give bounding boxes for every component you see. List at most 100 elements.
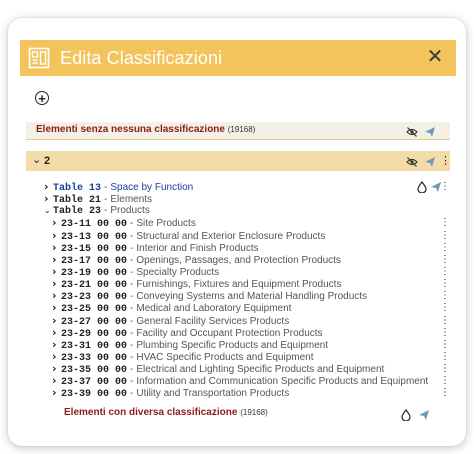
kebab-menu-icon[interactable]: ⋮ [440,315,450,327]
tree-code: Table 23 [53,206,102,218]
kebab-menu-icon[interactable]: ⋮ [440,290,450,302]
send-icon[interactable] [418,408,430,420]
tree-row[interactable]: › 23-37 00 00- Information and Communicati… [44,375,454,389]
separator: - [130,303,134,315]
separator: - [130,315,134,327]
tree-label: Furnishings, Fixtures and Equipment Prod… [136,279,342,291]
tree-row[interactable]: › 23-15 00 00- Interior and Finish Product… [44,241,454,255]
tree-label: Medical and Laboratory Equipment [136,303,292,315]
tree-label: Structural and Exterior Enclosure Produc… [136,230,326,242]
tree-row[interactable]: › 23-27 00 00- General Facility Services P… [44,314,454,328]
different-classification-label: Elementi con diversa classificazione (19… [64,407,268,418]
kebab-menu-icon[interactable]: ⋮ [440,375,450,387]
kebab-menu-icon[interactable]: ⋮ [440,230,450,242]
unclassified-label: Elementi senza nessuna classificazione (… [36,124,255,135]
tree-label: Plumbing Specific Products and Equipment [136,339,329,351]
unclassified-count: (19168) [227,125,256,134]
kebab-menu-icon[interactable]: ⋮ [440,363,450,375]
droplet-icon[interactable] [400,408,412,422]
chevron-right-icon[interactable]: › [52,314,61,327]
separator: - [130,230,134,242]
chevron-right-icon[interactable]: › [52,217,61,229]
separator: - [130,351,134,363]
group-row[interactable]: ⌄ 2 ⋮ [26,151,452,171]
different-text: Elementi con diversa classificazione [64,407,238,418]
eye-off-icon[interactable] [406,155,418,167]
kebab-menu-icon[interactable]: ⋮ [440,254,450,266]
tree-row[interactable]: › Table 21- Elements [44,193,454,207]
kebab-menu-icon[interactable]: ⋮ [440,278,450,290]
tree-label: Site Products [136,218,196,230]
separator: - [104,194,108,206]
classification-dialog: Edita Classificazioni ✕ + Elementi senza… [8,18,466,446]
chevron-right-icon[interactable]: › [52,229,61,242]
close-icon[interactable]: ✕ [424,46,446,68]
kebab-menu-icon[interactable]: ⋮ [440,327,450,339]
kebab-menu-icon[interactable]: ⋮ [440,387,450,399]
tree-row[interactable]: › 23-35 00 00- Electrical and Lighting Spe… [44,363,454,377]
kebab-menu-icon[interactable]: ⋮ [440,154,452,167]
tree-row[interactable]: › 23-11 00 00- Site Products ⋮ [44,217,454,231]
droplet-icon[interactable] [416,181,428,194]
chevron-right-icon[interactable]: › [52,241,61,254]
tree-row[interactable]: › 23-29 00 00- Facility and Occupant Prote… [44,326,454,340]
separator: - [130,279,134,291]
tree-row[interactable]: › Table 13- Space by Function ⋮ [44,181,454,195]
tree-row[interactable]: › 23-21 00 00- Furnishings, Fixtures and E… [44,278,454,292]
separator: - [130,254,134,266]
separator: - [104,205,108,217]
chevron-right-icon[interactable]: › [52,302,61,314]
unclassified-row[interactable]: Elementi senza nessuna classificazione (… [26,122,450,140]
tree-label: Space by Function [110,182,194,193]
separator: - [130,339,134,351]
chevron-right-icon[interactable]: › [52,387,61,399]
kebab-menu-icon[interactable]: ⋮ [440,181,450,193]
chevron-right-icon[interactable]: › [44,193,53,205]
separator: - [130,218,134,230]
tree-row[interactable]: ⌄ Table 23- Products [44,205,454,217]
unclassified-text: Elementi senza nessuna classificazione [36,124,225,135]
tree-label: General Facility Services Products [136,315,290,327]
tree-label: Elements [110,194,153,206]
tree-label: Utility and Transportation Products [136,388,290,400]
dialog-title: Edita Classificazioni [60,47,223,68]
tree-row[interactable]: › 23-39 00 00- Utility and Transportation … [44,387,454,401]
separator: - [130,242,134,254]
dialog-header: Edita Classificazioni ✕ [20,40,456,76]
tree-label: Electrical and Lighting Specific Product… [136,364,385,376]
separator: - [130,364,134,376]
tree-row[interactable]: › 23-19 00 00- Specialty Products ⋮ [44,265,454,279]
document-grid-icon [28,47,50,69]
tree-row[interactable]: › 23-25 00 00- Medical and Laboratory Equi… [44,302,454,316]
kebab-menu-icon[interactable]: ⋮ [440,351,450,363]
tree-label: Products [110,205,150,217]
kebab-menu-icon[interactable]: ⋮ [440,339,450,351]
kebab-menu-icon[interactable]: ⋮ [440,266,450,278]
tree-row[interactable]: › 23-31 00 00- Plumbing Specific Products … [44,338,454,352]
tree-code: 23-39 00 00 [61,389,128,401]
tree-label: Information and Communication Specific P… [136,376,429,388]
different-count: (19168) [240,408,268,417]
separator: - [104,182,108,193]
separator: - [130,327,134,339]
send-icon[interactable] [424,155,436,167]
separator: - [130,266,134,278]
tree-row[interactable]: › 23-23 00 00- Conveying Systems and Mater… [44,290,454,304]
send-icon[interactable] [424,125,436,137]
tree-row[interactable]: › 23-13 00 00- Structural and Exterior Enc… [44,229,454,243]
tree-label: Openings, Passages, and Protection Produ… [136,254,341,266]
kebab-menu-icon[interactable]: ⋮ [440,242,450,254]
kebab-menu-icon[interactable]: ⋮ [440,302,450,314]
tree-label: Interior and Finish Products [136,242,259,254]
group-label: 2 [44,155,51,167]
tree-label: Specialty Products [136,266,220,278]
tree-label: Facility and Occupant Protection Product… [136,327,323,339]
chevron-down-icon[interactable]: ⌄ [32,153,41,166]
tree-label: Conveying Systems and Material Handling … [136,291,368,303]
kebab-menu-icon[interactable]: ⋮ [440,217,450,229]
chevron-right-icon[interactable]: › [52,326,61,339]
add-circle-icon[interactable]: + [35,91,49,105]
tree-row[interactable]: › 23-33 00 00- HVAC Specific Products and … [44,350,454,364]
tree-row[interactable]: › 23-17 00 00- Openings, Passages, and Pro… [44,253,454,267]
eye-off-icon[interactable] [406,125,418,137]
